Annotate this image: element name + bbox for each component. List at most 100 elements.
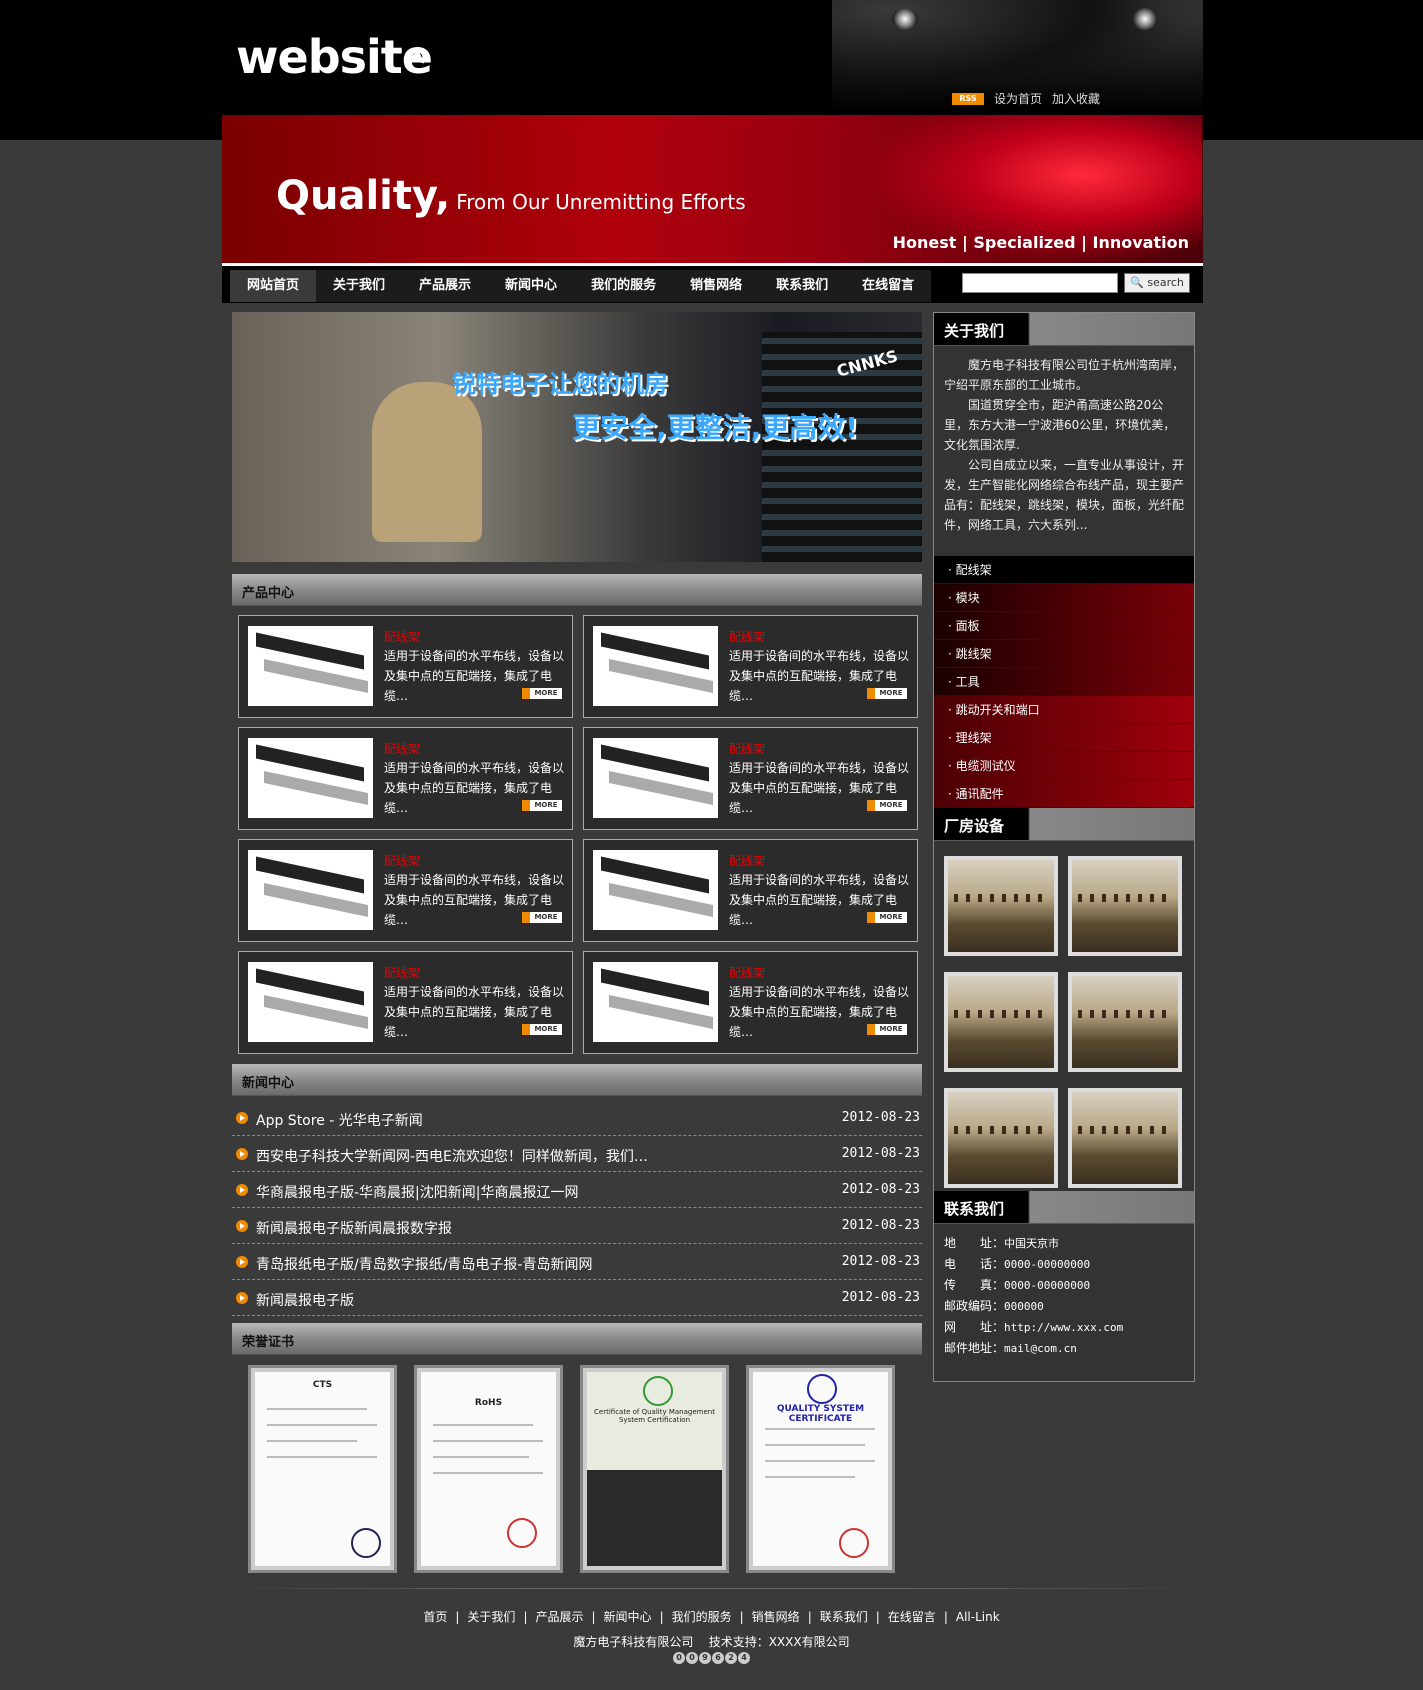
product-card[interactable]: 配线架 适用于设备间的水平布线，设备以及集中点的互配端接，集成了电缆… MORE xyxy=(238,615,573,718)
product-image[interactable] xyxy=(248,962,373,1042)
news-title-link[interactable]: 青岛报纸电子版/青岛数字报纸/青岛电子报-青岛新闻网 xyxy=(256,1254,592,1274)
add-favorite-link[interactable]: 加入收藏 xyxy=(1052,90,1100,107)
product-image[interactable] xyxy=(248,738,373,818)
product-card[interactable]: 配线架 适用于设备间的水平布线，设备以及集中点的互配端接，集成了电缆… MORE xyxy=(238,951,573,1054)
news-title-link[interactable]: 新闻晨报电子版新闻晨报数字报 xyxy=(256,1218,452,1238)
nav-item[interactable]: 关于我们 xyxy=(316,270,402,302)
product-image[interactable] xyxy=(593,626,718,706)
category-item[interactable]: · 配线架 xyxy=(934,556,1194,584)
news-title-link[interactable]: 西安电子科技大学新闻网-西电E流欢迎您！同样做新闻，我们… xyxy=(256,1146,648,1166)
factory-photo[interactable] xyxy=(944,1088,1058,1188)
footer-link[interactable]: 关于我们 xyxy=(467,1610,515,1624)
factory-photo[interactable] xyxy=(1068,972,1182,1072)
product-image[interactable] xyxy=(248,850,373,930)
news-item[interactable]: 新闻晨报电子版新闻晨报数字报 2012-08-23 xyxy=(232,1208,922,1244)
search-button[interactable]: 🔍 search xyxy=(1124,273,1190,293)
more-button[interactable]: MORE xyxy=(867,1024,907,1035)
more-button[interactable]: MORE xyxy=(867,912,907,923)
product-image[interactable] xyxy=(593,962,718,1042)
footer-link[interactable]: 我们的服务 xyxy=(672,1610,732,1624)
category-item[interactable]: · 通讯配件 xyxy=(934,780,1194,808)
category-item[interactable]: · 理线架 xyxy=(934,724,1194,752)
link-separator: | xyxy=(807,1610,812,1624)
contact-label: 邮件地址： xyxy=(944,1341,1005,1355)
certificate-cts[interactable]: CTS xyxy=(248,1365,397,1573)
footer-link[interactable]: 首页 xyxy=(423,1610,447,1624)
factory-photo[interactable] xyxy=(1068,1088,1182,1188)
news-title-link[interactable]: App Store - 光华电子新闻 xyxy=(256,1110,423,1130)
news-item[interactable]: 青岛报纸电子版/青岛数字报纸/青岛电子报-青岛新闻网 2012-08-23 xyxy=(232,1244,922,1280)
more-button[interactable]: MORE xyxy=(522,912,562,923)
product-name[interactable]: 配线架 xyxy=(384,740,420,757)
nav-item[interactable]: 联系我们 xyxy=(759,270,845,302)
more-button[interactable]: MORE xyxy=(522,1024,562,1035)
category-label: 工具 xyxy=(955,675,980,689)
footer-link[interactable]: 在线留言 xyxy=(888,1610,936,1624)
certificate-quality-system[interactable]: QUALITY SYSTEM CERTIFICATE xyxy=(746,1365,895,1573)
category-item[interactable]: · 跳线架 xyxy=(934,640,1194,668)
certificate-rohs[interactable]: RoHS xyxy=(414,1365,563,1573)
category-item[interactable]: · 跳动开关和端口 xyxy=(934,696,1194,724)
honors-title: 荣誉证书 xyxy=(242,1335,295,1350)
footer-link[interactable]: 联系我们 xyxy=(820,1610,868,1624)
category-item[interactable]: · 工具 xyxy=(934,668,1194,696)
news-item[interactable]: 西安电子科技大学新闻网-西电E流欢迎您！同样做新闻，我们… 2012-08-23 xyxy=(232,1136,922,1172)
set-homepage-link[interactable]: 设为首页 xyxy=(994,90,1042,107)
banner-slogan: Honest | Specialized | Innovation xyxy=(892,233,1189,252)
contact-value: 0000-00000000 xyxy=(1004,1279,1091,1292)
rss-icon[interactable]: RSS xyxy=(952,92,984,105)
nav-item[interactable]: 网站首页 xyxy=(230,270,317,302)
news-item[interactable]: 华商晨报电子版-华商晨报|沈阳新闻|华商晨报辽一网 2012-08-23 xyxy=(232,1172,922,1208)
product-card[interactable]: 配线架 适用于设备间的水平布线，设备以及集中点的互配端接，集成了电缆… MORE xyxy=(583,839,918,942)
nav-item[interactable]: 销售网络 xyxy=(673,270,759,302)
product-name[interactable]: 配线架 xyxy=(729,740,765,757)
product-name[interactable]: 配线架 xyxy=(729,628,765,645)
more-button[interactable]: MORE xyxy=(867,800,907,811)
site-logo[interactable]: website xyxy=(236,30,433,84)
category-item[interactable]: · 电缆测试仪 xyxy=(934,752,1194,780)
factory-photo[interactable] xyxy=(944,972,1058,1072)
more-button[interactable]: MORE xyxy=(522,688,562,699)
more-button[interactable]: MORE xyxy=(867,688,907,699)
product-card[interactable]: 配线架 适用于设备间的水平布线，设备以及集中点的互配端接，集成了电缆… MORE xyxy=(238,839,573,942)
arrow-bullet-icon xyxy=(236,1220,248,1232)
product-card[interactable]: 配线架 适用于设备间的水平布线，设备以及集中点的互配端接，集成了电缆… MORE xyxy=(583,951,918,1054)
product-image[interactable] xyxy=(593,738,718,818)
product-name[interactable]: 配线架 xyxy=(384,852,420,869)
product-name[interactable]: 配线架 xyxy=(729,852,765,869)
footer-link[interactable]: 产品展示 xyxy=(535,1610,583,1624)
about-paragraph: 公司自成立以来，一直专业从事设计，开发，生产智能化网络综合布线产品，现主要产品有… xyxy=(944,458,1185,532)
product-name[interactable]: 配线架 xyxy=(384,964,420,981)
news-title-link[interactable]: 新闻晨报电子版 xyxy=(256,1290,354,1310)
product-image[interactable] xyxy=(593,850,718,930)
footer-link[interactable]: 新闻中心 xyxy=(604,1610,652,1624)
hero-line2: 更安全,更整洁,更高效! xyxy=(572,411,859,444)
search-input[interactable] xyxy=(962,273,1118,293)
product-name[interactable]: 配线架 xyxy=(384,628,420,645)
certificate-quality-management[interactable]: Certificate of Quality Management System… xyxy=(580,1365,729,1573)
category-item[interactable]: · 模块 xyxy=(934,584,1194,612)
nav-item[interactable]: 在线留言 xyxy=(845,270,931,302)
footer-link[interactable]: All-Link xyxy=(956,1610,1000,1624)
nav-item[interactable]: 新闻中心 xyxy=(488,270,574,302)
news-item[interactable]: App Store - 光华电子新闻 2012-08-23 xyxy=(232,1100,922,1136)
product-name[interactable]: 配线架 xyxy=(729,964,765,981)
product-card[interactable]: 配线架 适用于设备间的水平布线，设备以及集中点的互配端接，集成了电缆… MORE xyxy=(238,727,573,830)
product-card[interactable]: 配线架 适用于设备间的水平布线，设备以及集中点的互配端接，集成了电缆… MORE xyxy=(583,615,918,718)
products-header: 产品中心 xyxy=(232,574,922,606)
category-item[interactable]: · 面板 xyxy=(934,612,1194,640)
contact-value: 中国天京市 xyxy=(1004,1237,1060,1250)
product-image[interactable] xyxy=(248,626,373,706)
more-button[interactable]: MORE xyxy=(522,800,562,811)
contact-info: 地 址：中国天京市电 话：0000-00000000 传 真：0000-00000… xyxy=(944,1233,1123,1359)
news-title: 新闻中心 xyxy=(242,1076,295,1091)
nav-item[interactable]: 我们的服务 xyxy=(574,270,673,302)
nav-item[interactable]: 产品展示 xyxy=(402,270,488,302)
contact-row: 邮政编码：000000 xyxy=(944,1296,1123,1317)
factory-photo[interactable] xyxy=(1068,856,1182,956)
factory-photo[interactable] xyxy=(944,856,1058,956)
product-card[interactable]: 配线架 适用于设备间的水平布线，设备以及集中点的互配端接，集成了电缆… MORE xyxy=(583,727,918,830)
news-item[interactable]: 新闻晨报电子版 2012-08-23 xyxy=(232,1280,922,1316)
footer-link[interactable]: 销售网络 xyxy=(752,1610,800,1624)
news-title-link[interactable]: 华商晨报电子版-华商晨报|沈阳新闻|华商晨报辽一网 xyxy=(256,1182,578,1202)
